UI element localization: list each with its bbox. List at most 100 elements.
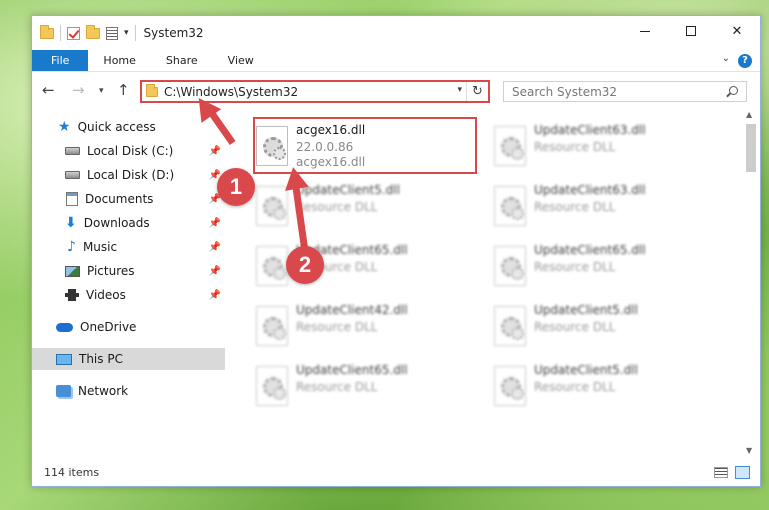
file-name: acgex16.dll: [296, 123, 366, 137]
file-item[interactable]: UpdateClient42.dll Resource DLL: [248, 298, 473, 350]
search-icon[interactable]: [729, 86, 738, 95]
sidebar-item-label: OneDrive: [80, 320, 137, 334]
minimize-icon: [640, 30, 650, 32]
search-placeholder: Search System32: [512, 84, 618, 99]
callout-badge-2: 2: [286, 246, 324, 284]
address-path[interactable]: C:\Windows\System32: [164, 85, 298, 99]
sidebar-item-label: Local Disk (C:): [87, 144, 174, 158]
back-arrow-icon[interactable]: ←: [42, 81, 55, 99]
navigation-bar: ← → ▾ ↑ C:\Windows\System32 ▾ ↻ Search S…: [32, 76, 760, 106]
sidebar-item-videos[interactable]: Videos 📌: [32, 284, 225, 306]
sidebar-item-documents[interactable]: Documents 📌: [32, 188, 225, 210]
explorer-window: ▾ System32 ✕ File Home Share View ⌄ ? ← …: [31, 15, 761, 487]
forward-arrow-icon[interactable]: →: [72, 81, 85, 99]
dll-gear-icon: [494, 306, 526, 346]
quick-access-toolbar: ▾: [40, 24, 136, 41]
dll-gear-icon: [494, 186, 526, 226]
folder-icon: [146, 83, 158, 97]
dll-gear-icon: [256, 306, 288, 346]
file-item[interactable]: UpdateClient5.dll Resource DLL: [486, 298, 711, 350]
videos-icon: [65, 289, 79, 301]
file-item[interactable]: UpdateClient5.dll Resource DLL: [486, 358, 711, 410]
file-type: Resource DLL: [534, 320, 616, 334]
sidebar-item-network[interactable]: Network: [32, 380, 225, 402]
callout-badge-1: 1: [217, 168, 255, 206]
address-bar[interactable]: C:\Windows\System32 ▾ ↻: [140, 80, 490, 103]
new-folder-icon[interactable]: [86, 24, 100, 39]
up-arrow-icon[interactable]: ↑: [117, 81, 130, 99]
file-item-acgex16[interactable]: acgex16.dll 22.0.0.86 acgex16.dll: [248, 118, 473, 170]
maximize-button[interactable]: [668, 16, 714, 46]
minimize-button[interactable]: [622, 16, 668, 46]
folder-icon[interactable]: [40, 24, 54, 39]
tab-share[interactable]: Share: [151, 50, 213, 71]
sidebar-item-label: Local Disk (D:): [87, 168, 175, 182]
sidebar-item-local-disk-c[interactable]: Local Disk (C:) 📌: [32, 140, 225, 162]
file-name: UpdateClient65.dll: [296, 363, 408, 377]
sidebar-item-quick-access[interactable]: ★ Quick access: [32, 116, 225, 138]
sidebar-item-onedrive[interactable]: OneDrive: [32, 316, 225, 338]
dll-gear-icon: [494, 126, 526, 166]
sidebar-item-local-disk-d[interactable]: Local Disk (D:) 📌: [32, 164, 225, 186]
toolbar-divider: [134, 25, 136, 41]
close-button[interactable]: ✕: [714, 16, 760, 46]
properties-icon[interactable]: [106, 26, 118, 40]
file-name: UpdateClient5.dll: [296, 183, 400, 197]
pin-icon: 📌: [208, 145, 221, 157]
vertical-scrollbar[interactable]: ▲ ▼: [744, 110, 758, 455]
search-input[interactable]: Search System32: [503, 81, 747, 102]
file-item[interactable]: UpdateClient63.dll Resource DLL: [486, 118, 711, 170]
sidebar-item-this-pc[interactable]: This PC: [32, 348, 225, 370]
help-icon[interactable]: ?: [738, 54, 752, 68]
window-title: System32: [143, 26, 204, 40]
file-type: Resource DLL: [534, 200, 616, 214]
tab-file[interactable]: File: [32, 50, 89, 71]
dll-gear-icon: [494, 366, 526, 406]
tab-view[interactable]: View: [213, 50, 269, 71]
scroll-thumb[interactable]: [746, 124, 756, 172]
music-icon: ♪: [67, 239, 76, 255]
file-item[interactable]: UpdateClient65.dll Resource DLL: [248, 238, 473, 290]
scroll-up-icon[interactable]: ▲: [746, 110, 752, 119]
item-count: 114 items: [44, 466, 100, 479]
dll-gear-icon: [256, 366, 288, 406]
file-type: Resource DLL: [534, 140, 616, 154]
file-item[interactable]: UpdateClient65.dll Resource DLL: [486, 238, 711, 290]
file-item[interactable]: UpdateClient5.dll Resource DLL: [248, 178, 473, 230]
file-name: UpdateClient5.dll: [534, 303, 638, 317]
sidebar-item-label: Quick access: [77, 120, 156, 134]
large-icons-view-icon[interactable]: [735, 466, 750, 479]
file-item[interactable]: UpdateClient65.dll Resource DLL: [248, 358, 473, 410]
network-icon: [56, 385, 71, 397]
sidebar-item-label: Music: [82, 240, 118, 254]
refresh-icon[interactable]: ↻: [466, 82, 488, 101]
file-item[interactable]: UpdateClient63.dll Resource DLL: [486, 178, 711, 230]
status-bar: 114 items: [32, 460, 760, 486]
sidebar-item-music[interactable]: ♪ Music 📌: [32, 236, 225, 258]
file-type: Resource DLL: [534, 260, 616, 274]
sidebar-item-pictures[interactable]: Pictures 📌: [32, 260, 225, 282]
documents-icon: [66, 192, 78, 206]
recent-locations-icon[interactable]: ▾: [99, 86, 104, 96]
properties-check-icon[interactable]: [67, 26, 80, 40]
file-name: UpdateClient42.dll: [296, 303, 408, 317]
file-type: Resource DLL: [534, 380, 616, 394]
computer-icon: [56, 353, 72, 365]
details-view-icon[interactable]: [714, 467, 728, 478]
dll-gear-icon: [256, 246, 288, 286]
expand-ribbon-icon[interactable]: ⌄: [722, 53, 730, 64]
dll-gear-icon: [494, 246, 526, 286]
chevron-down-icon[interactable]: ▾: [124, 28, 129, 38]
sidebar-item-downloads[interactable]: ⬇ Downloads 📌: [32, 212, 225, 234]
dll-gear-icon: [256, 126, 288, 166]
sidebar-item-label: Downloads: [83, 216, 150, 230]
sidebar-item-label: Documents: [85, 192, 154, 206]
pin-icon: 📌: [208, 265, 221, 277]
navigation-pane: ★ Quick access Local Disk (C:) 📌 Local D…: [32, 114, 227, 454]
address-dropdown-icon[interactable]: ▾: [457, 85, 462, 95]
sidebar-item-label: This PC: [79, 352, 123, 366]
pin-icon: 📌: [208, 289, 221, 301]
tab-home[interactable]: Home: [88, 50, 150, 71]
scroll-down-icon[interactable]: ▼: [746, 446, 752, 455]
onedrive-cloud-icon: [56, 322, 73, 332]
